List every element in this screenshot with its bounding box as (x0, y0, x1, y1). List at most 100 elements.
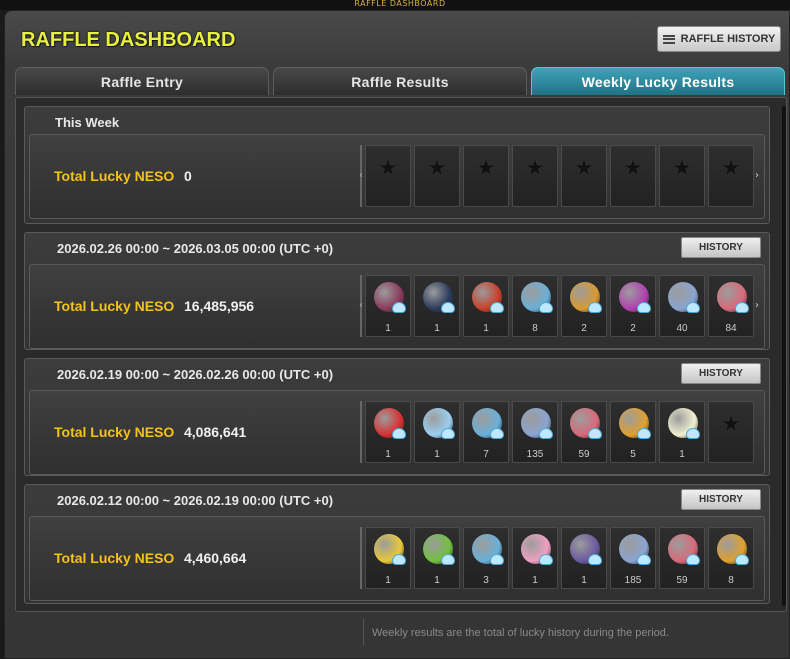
item-quantity: 8 (532, 323, 538, 334)
week-panel: 2026.02.26 00:00 ~ 2026.03.05 00:00 (UTC… (24, 232, 770, 350)
item-quantity: 5 (630, 449, 636, 460)
week-panel: 2026.02.12 00:00 ~ 2026.02.19 00:00 (UTC… (24, 484, 770, 604)
item-quantity: 59 (578, 449, 590, 460)
item-slots: 1 1 3 1 1 185 59 8 (365, 527, 754, 589)
raffle-history-button[interactable]: RAFFLE HISTORY (657, 26, 781, 52)
item-slot[interactable]: 3 (463, 527, 509, 589)
empty-slot: ★ (365, 145, 411, 207)
star-icon: ★ (525, 156, 545, 181)
star-icon: ★ (427, 156, 447, 181)
item-slot[interactable]: 185 (610, 527, 656, 589)
star-icon: ★ (574, 156, 594, 181)
divider (360, 527, 362, 589)
cloud-icon (539, 428, 553, 439)
item-slot[interactable]: 135 (512, 401, 558, 463)
empty-slot: ★ (561, 145, 607, 207)
tab-raffle-entry[interactable]: Raffle Entry (15, 67, 269, 95)
cloud-icon (686, 302, 700, 313)
raffle-dashboard-window: RAFFLE DASHBOARD RAFFLE HISTORY Raffle E… (4, 10, 790, 659)
history-button[interactable]: HISTORY (681, 363, 761, 384)
weekly-results-content: This Week Total Lucky NESO 0 ‹ ★ ★ ★ ★ ★ ★ ★ ★ … (15, 97, 787, 612)
item-quantity: 1 (434, 323, 440, 334)
item-slot[interactable]: 2 (610, 275, 656, 337)
item-quantity: 1 (532, 575, 538, 586)
star-icon: ★ (672, 156, 692, 181)
cloud-icon (637, 302, 651, 313)
item-slot[interactable]: 1 (414, 275, 460, 337)
cloud-icon (539, 302, 553, 313)
item-slot[interactable]: 40 (659, 275, 705, 337)
item-slot[interactable]: 1 (561, 527, 607, 589)
divider (360, 401, 362, 463)
item-slot[interactable]: 1 (365, 275, 411, 337)
week-period: 2026.02.26 00:00 ~ 2026.03.05 00:00 (UTC… (57, 241, 334, 256)
item-quantity: 3 (483, 575, 489, 586)
item-slot[interactable]: 7 (463, 401, 509, 463)
scroll-right-icon[interactable]: › (755, 170, 759, 181)
cloud-icon (686, 428, 700, 439)
cloud-icon (441, 302, 455, 313)
cloud-icon (637, 554, 651, 565)
this-week-heading: This Week (55, 115, 120, 130)
item-quantity: 1 (385, 449, 391, 460)
tab-raffle-results[interactable]: Raffle Results (273, 67, 527, 95)
item-quantity: 7 (483, 449, 489, 460)
item-slot[interactable]: 1 (365, 401, 411, 463)
window-top-strip: RAFFLE DASHBOARD (0, 0, 790, 10)
cloud-icon (441, 428, 455, 439)
empty-slot: ★ (708, 145, 754, 207)
cloud-icon (588, 428, 602, 439)
tab-weekly-lucky-results[interactable]: Weekly Lucky Results (531, 67, 785, 95)
cloud-icon (490, 302, 504, 313)
lucky-neso-label: Total Lucky NESO (54, 550, 175, 566)
cloud-icon (392, 428, 406, 439)
cloud-icon (588, 302, 602, 313)
item-slots: 1 1 1 8 2 2 40 84 (365, 275, 754, 337)
cloud-icon (392, 554, 406, 565)
item-slot[interactable]: 8 (708, 527, 754, 589)
item-slot[interactable]: 59 (659, 527, 705, 589)
item-slot[interactable]: 1 (463, 275, 509, 337)
this-week-summary: Total Lucky NESO 0 ‹ ★ ★ ★ ★ ★ ★ ★ ★ › (29, 134, 765, 219)
page-title: RAFFLE DASHBOARD (21, 29, 236, 51)
empty-slot: ★ (463, 145, 509, 207)
star-icon: ★ (476, 156, 496, 181)
empty-slot: ★ (659, 145, 705, 207)
item-quantity: 8 (728, 575, 734, 586)
item-slot[interactable]: 8 (512, 275, 558, 337)
week-summary: Total Lucky NESO 4,086,641 1 1 7 135 59 5 1 ★ (29, 390, 765, 475)
cloud-icon (735, 554, 749, 565)
history-button[interactable]: HISTORY (681, 489, 761, 510)
item-quantity: 185 (624, 575, 642, 586)
lucky-neso-value: 0 (184, 168, 192, 184)
item-quantity: 2 (581, 323, 587, 334)
lucky-neso-label: Total Lucky NESO (54, 424, 175, 440)
raffle-history-label: RAFFLE HISTORY (680, 33, 776, 45)
item-quantity: 1 (434, 449, 440, 460)
empty-slot: ★ (610, 145, 656, 207)
week-summary: Total Lucky NESO 4,460,664 1 1 3 1 1 185 59 8 (29, 516, 765, 601)
star-icon: ★ (721, 156, 741, 181)
lucky-neso-label: Total Lucky NESO (54, 168, 175, 184)
item-slot[interactable]: 2 (561, 275, 607, 337)
star-icon: ★ (378, 156, 398, 181)
item-quantity: 1 (581, 575, 587, 586)
lucky-neso-value: 4,086,641 (184, 424, 247, 440)
item-slot[interactable]: 1 (414, 401, 460, 463)
item-slot[interactable]: 1 (414, 527, 460, 589)
item-slot[interactable]: 59 (561, 401, 607, 463)
cloud-icon (539, 554, 553, 565)
footer-note: Weekly results are the total of lucky hi… (372, 627, 669, 639)
history-button[interactable]: HISTORY (681, 237, 761, 258)
item-slot[interactable]: 84 (708, 275, 754, 337)
star-icon: ★ (623, 156, 643, 181)
scrollbar[interactable] (782, 106, 786, 606)
cloud-icon (588, 554, 602, 565)
item-slot[interactable]: 5 (610, 401, 656, 463)
item-slot[interactable]: 1 (512, 527, 558, 589)
star-icon: ★ (721, 412, 741, 437)
scroll-right-icon[interactable]: › (755, 300, 759, 311)
item-slot[interactable]: 1 (365, 527, 411, 589)
item-slot[interactable]: 1 (659, 401, 705, 463)
item-quantity: 135 (526, 449, 544, 460)
